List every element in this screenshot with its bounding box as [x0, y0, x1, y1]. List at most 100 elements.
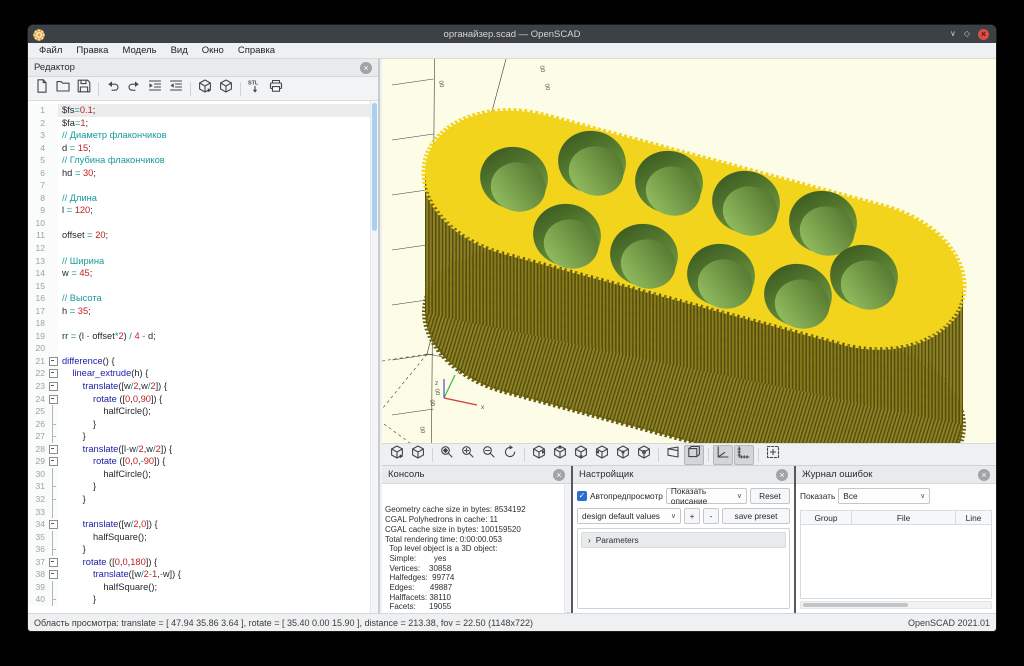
preview-button[interactable] [195, 79, 215, 99]
console-close-icon[interactable]: × [553, 469, 565, 481]
description-select[interactable]: Показать описание ∨ [666, 488, 747, 504]
code-line[interactable]: 5// Глубина флакончиков [28, 154, 378, 167]
preset-select[interactable]: design default values ∨ [577, 508, 681, 524]
code-line[interactable]: 13// Ширина [28, 255, 378, 268]
code-line[interactable]: 30 halfCircle(); [28, 468, 378, 481]
code-line[interactable]: 16// Высота [28, 292, 378, 305]
code-line[interactable]: 9l = 120; [28, 204, 378, 217]
code-line[interactable]: 25 halfCircle(); [28, 405, 378, 418]
code-line[interactable]: 3// Диаметр флакончиков [28, 129, 378, 142]
menu-item-Правка[interactable]: Правка [69, 45, 115, 56]
parameters-group[interactable]: › Parameters [581, 532, 786, 548]
code-line[interactable]: 2$fa=1; [28, 117, 378, 130]
code-line[interactable]: 19rr = (l - offset*2) / 4 - d; [28, 330, 378, 343]
code-line[interactable]: 32 } [28, 493, 378, 506]
export-stl-button[interactable]: STL [245, 79, 265, 99]
code-line[interactable]: 24 rotate ([0,0,90]) { [28, 393, 378, 406]
unindent-button[interactable] [166, 79, 186, 99]
code-line[interactable]: 1$fs=0.1; [28, 104, 378, 117]
error-column-line[interactable]: Line [956, 510, 992, 525]
fold-marker[interactable] [48, 380, 58, 393]
code-line[interactable]: 31 } [28, 480, 378, 493]
menu-item-Модель[interactable]: Модель [115, 45, 163, 56]
code-line[interactable]: 33 [28, 506, 378, 519]
view-top-button[interactable] [550, 445, 570, 465]
fold-marker[interactable] [48, 367, 58, 380]
code-line[interactable]: 15 [28, 280, 378, 293]
code-line[interactable]: 27 } [28, 430, 378, 443]
preview-button[interactable] [387, 445, 407, 465]
error-column-file[interactable]: File [852, 510, 956, 525]
render-button[interactable] [216, 79, 236, 99]
fold-marker[interactable] [48, 455, 58, 468]
error-table-hscrollbar-thumb[interactable] [803, 603, 908, 607]
code-line[interactable]: 20 [28, 342, 378, 355]
customizer-close-icon[interactable]: × [776, 469, 788, 481]
view-right-button[interactable] [529, 445, 549, 465]
code-line[interactable]: 39 halfSquare(); [28, 581, 378, 594]
zoom-in-button[interactable] [458, 445, 478, 465]
console-scrollbar[interactable] [564, 484, 571, 613]
view-back-button[interactable] [634, 445, 654, 465]
orthogonal-button[interactable] [684, 445, 704, 465]
code-line[interactable]: 29 rotate ([0,0,-90]) { [28, 455, 378, 468]
zoom-out-button[interactable] [479, 445, 499, 465]
perspective-button[interactable] [663, 445, 683, 465]
fold-marker[interactable] [48, 393, 58, 406]
code-line[interactable]: 22 linear_extrude(h) { [28, 367, 378, 380]
code-line[interactable]: 38 translate([w/2-1,-w]) { [28, 568, 378, 581]
code-line[interactable]: 35 halfSquare(); [28, 531, 378, 544]
titlebar[interactable]: органайзер.scad — OpenSCAD ∨ ◇ × [28, 25, 996, 43]
code-line[interactable]: 23 translate([w/2,w/2]) { [28, 380, 378, 393]
show-crosshairs-button[interactable] [763, 445, 783, 465]
window-close-icon[interactable]: × [978, 29, 989, 40]
code-line[interactable]: 36 } [28, 543, 378, 556]
code-line[interactable]: 28 translate([l-w/2,w/2]) { [28, 443, 378, 456]
code-editor[interactable]: 1$fs=0.1;2$fa=1;3// Диаметр флакончиков4… [28, 101, 378, 613]
error-table-body[interactable] [800, 525, 992, 599]
reset-view-button[interactable] [500, 445, 520, 465]
menu-item-Файл[interactable]: Файл [32, 45, 69, 56]
add-preset-button[interactable]: + [684, 508, 700, 524]
menu-item-Окно[interactable]: Окно [195, 45, 231, 56]
model-organizer[interactable] [406, 90, 982, 444]
viewport-3d[interactable]: 0000000000000000 [382, 59, 996, 443]
fold-marker[interactable] [48, 355, 58, 368]
render-button[interactable] [408, 445, 428, 465]
code-line[interactable]: 6hd = 30; [28, 167, 378, 180]
fold-marker[interactable] [48, 556, 58, 569]
code-line[interactable]: 10 [28, 217, 378, 230]
indent-button[interactable] [145, 79, 165, 99]
fold-marker[interactable] [48, 443, 58, 456]
fold-marker[interactable] [48, 568, 58, 581]
undo-button[interactable] [103, 79, 123, 99]
filter-select[interactable]: Все ∨ [838, 488, 930, 504]
code-line[interactable]: 18 [28, 317, 378, 330]
code-line[interactable]: 40 } [28, 593, 378, 606]
menu-item-Справка[interactable]: Справка [231, 45, 282, 56]
error-column-group[interactable]: Group [800, 510, 852, 525]
open-folder-button[interactable] [53, 79, 73, 99]
code-line[interactable]: 11offset = 20; [28, 229, 378, 242]
autopreview-checkbox[interactable]: ✓ [577, 491, 587, 501]
editor-scrollbar-thumb[interactable] [372, 103, 377, 231]
code-line[interactable]: 34 translate([w/2,0]) { [28, 518, 378, 531]
code-line[interactable]: 21difference() { [28, 355, 378, 368]
error-log-close-icon[interactable]: × [978, 469, 990, 481]
new-file-button[interactable] [32, 79, 52, 99]
code-line[interactable]: 7 [28, 179, 378, 192]
code-line[interactable]: 37 rotate ([0,0,180]) { [28, 556, 378, 569]
show-scale-markers-button[interactable] [734, 445, 754, 465]
show-axes-button[interactable] [713, 445, 733, 465]
view-bottom-button[interactable] [571, 445, 591, 465]
code-line[interactable]: 4d = 15; [28, 142, 378, 155]
remove-preset-button[interactable]: - [703, 508, 719, 524]
save-preset-button[interactable]: save preset [722, 508, 790, 524]
editor-close-icon[interactable]: × [360, 62, 372, 74]
console-output[interactable]: Geometry cache size in bytes: 8534192CGA… [382, 484, 571, 613]
minimize-icon[interactable]: ∨ [950, 29, 956, 39]
code-line[interactable]: 26 } [28, 418, 378, 431]
code-line[interactable]: 8// Длина [28, 192, 378, 205]
maximize-icon[interactable]: ◇ [964, 29, 970, 39]
view-left-button[interactable] [592, 445, 612, 465]
